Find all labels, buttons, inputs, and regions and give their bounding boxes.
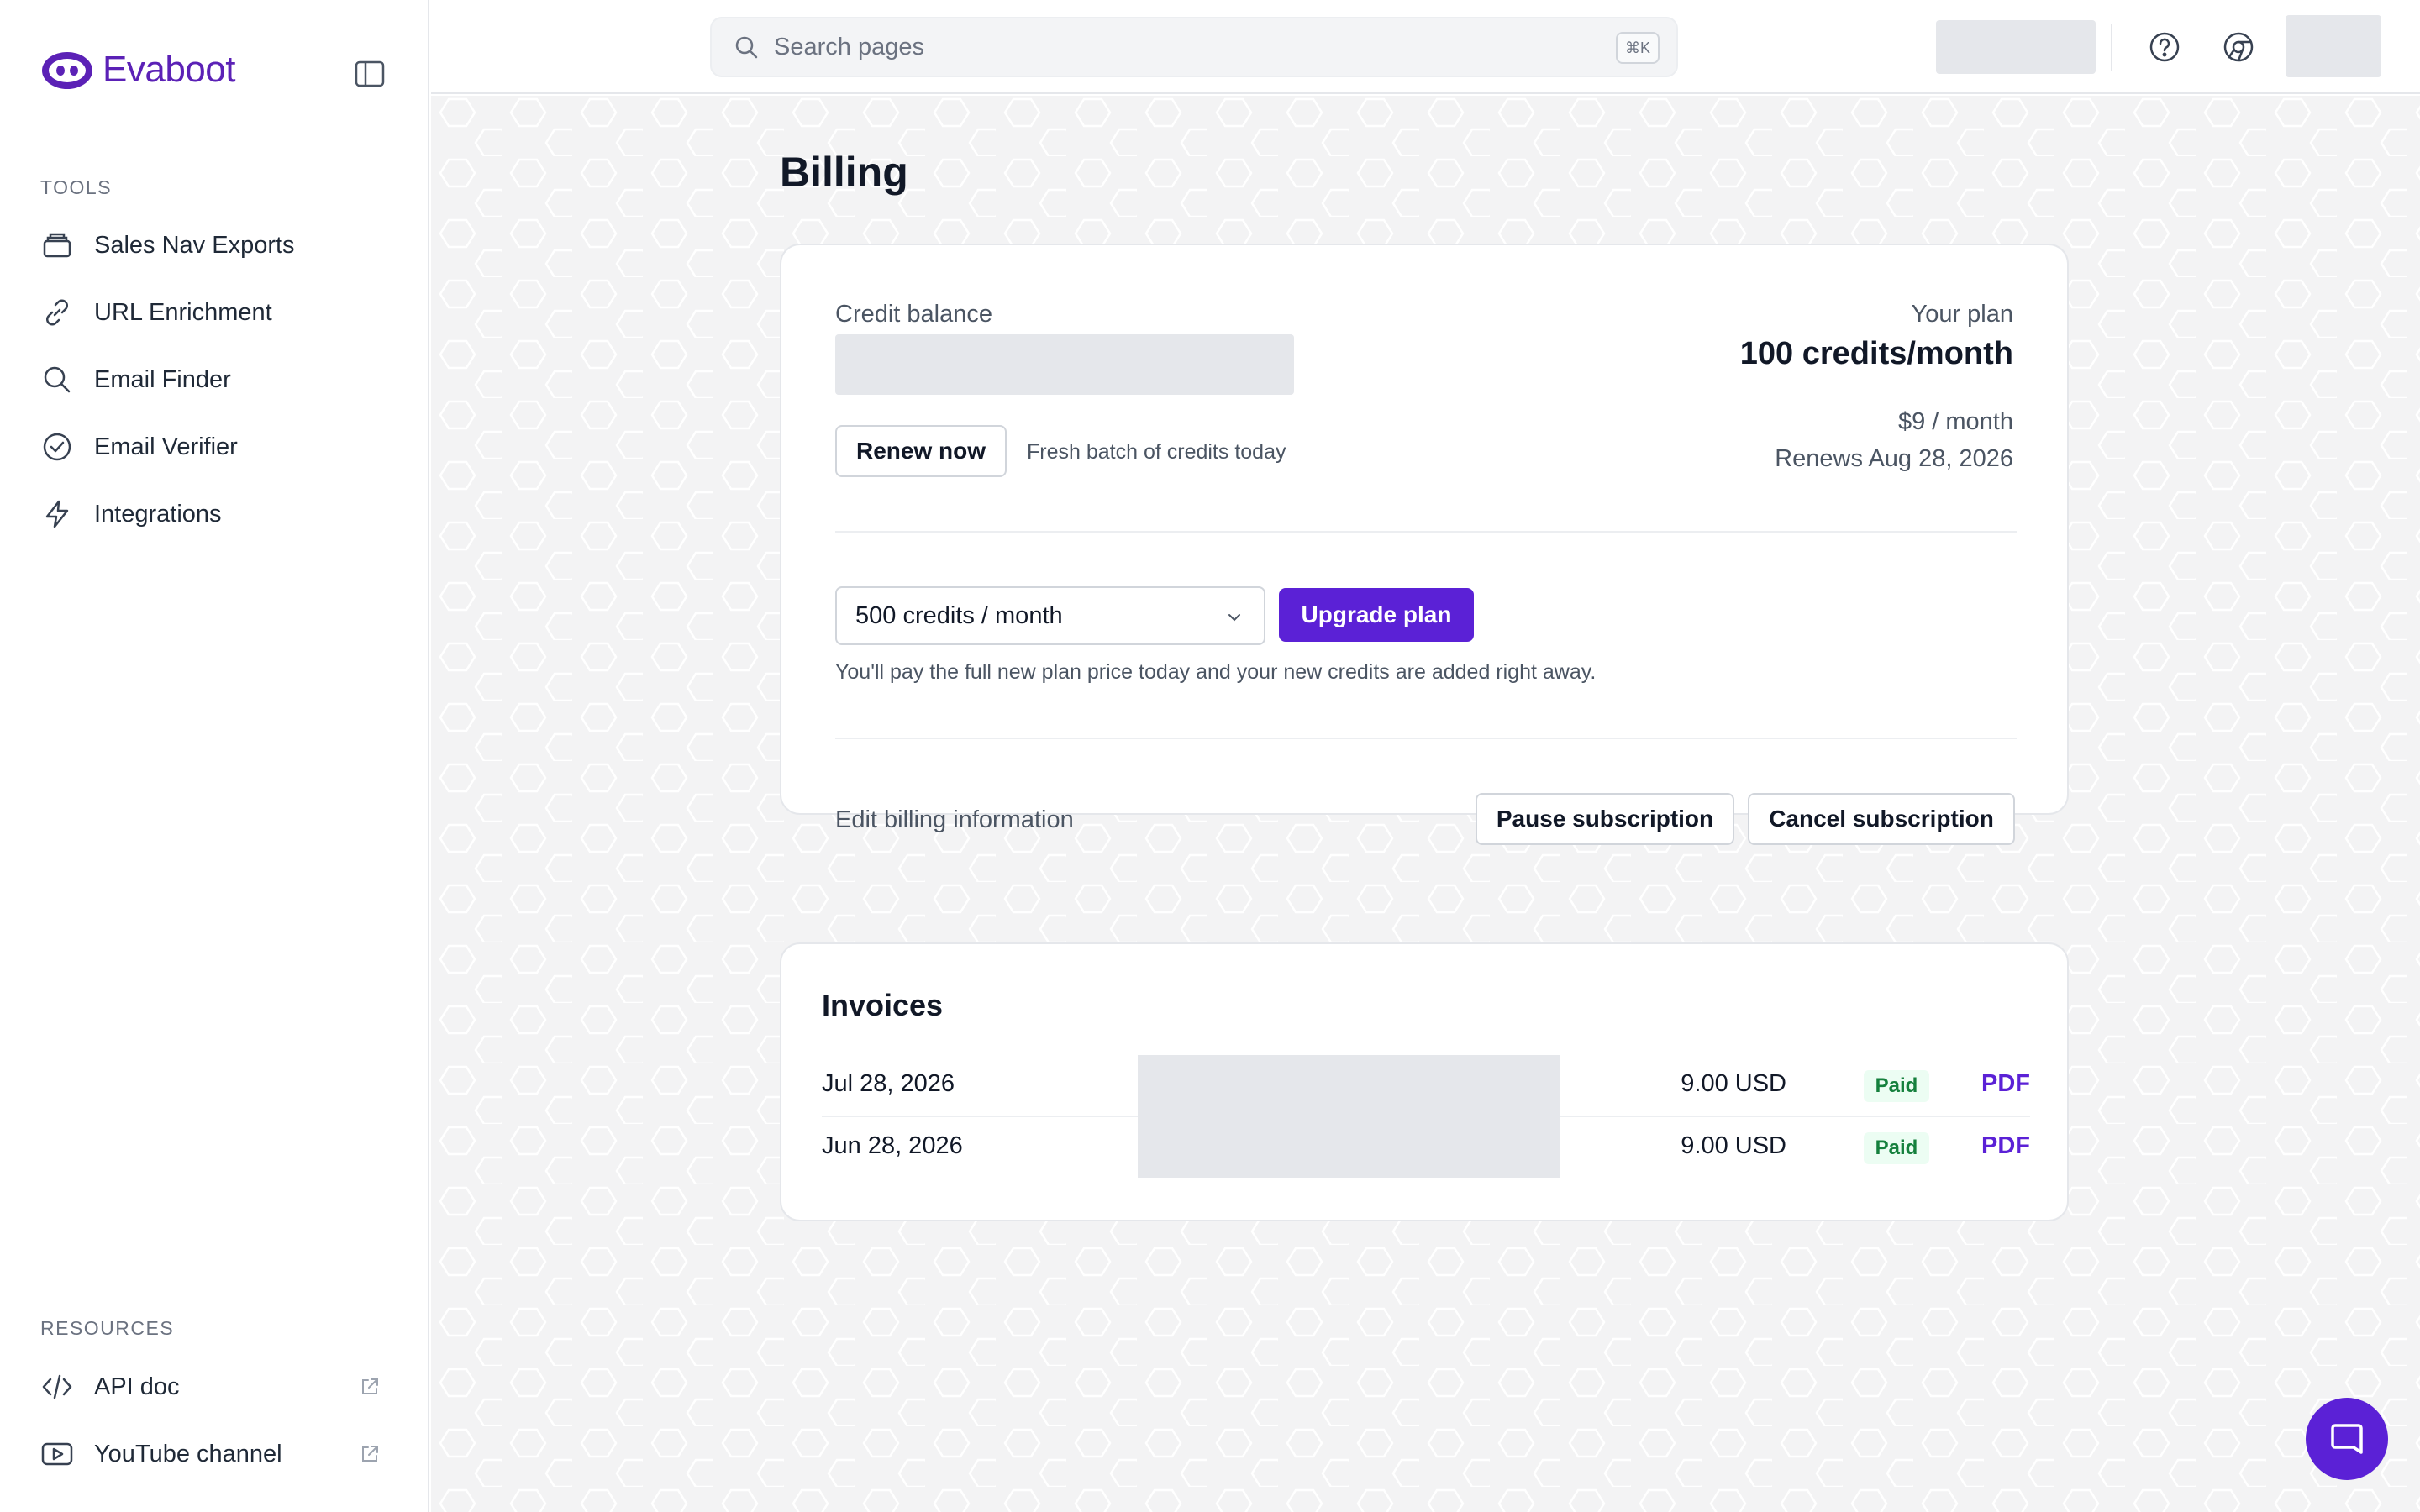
renew-now-button[interactable]: Renew now [835, 425, 1007, 477]
divider [835, 738, 2017, 739]
plan-select-value: 500 credits / month [855, 601, 1063, 629]
edit-billing-link[interactable]: Edit billing information [835, 806, 1074, 834]
link-icon [40, 296, 74, 329]
search-shortcut-badge: ⌘K [1616, 32, 1660, 64]
status-badge: Paid [1864, 1132, 1929, 1164]
main-content: Billing Credit balance Renew now Fresh b… [431, 96, 2420, 1512]
invoice-amount: 9.00 USD [1681, 1070, 1786, 1097]
pause-subscription-button[interactable]: Pause subscription [1476, 793, 1734, 845]
sidebar-item-label: URL Enrichment [94, 298, 272, 326]
invoice-pdf-link[interactable]: PDF [1981, 1132, 2030, 1160]
search-input[interactable] [774, 33, 1530, 61]
chat-button[interactable] [2306, 1398, 2388, 1480]
brand-name: Evaboot [103, 49, 235, 90]
profile-placeholder[interactable] [2286, 15, 2381, 77]
sidebar-item-label: API doc [94, 1373, 180, 1400]
plan-renewal-date: Renews Aug 28, 2026 [1775, 445, 2013, 472]
sidebar-item-url-enrichment[interactable]: URL Enrichment [24, 286, 405, 339]
topbar: ⌘K [431, 0, 2420, 94]
help-icon[interactable] [2148, 30, 2181, 64]
sidebar-toggle-icon [355, 60, 385, 87]
page-title: Billing [780, 149, 908, 196]
check-circle-icon [40, 430, 74, 464]
topbar-divider [2111, 24, 2112, 71]
search-icon [40, 363, 74, 396]
sidebar-item-label: Email Finder [94, 365, 231, 393]
invoices-card: Invoices Jul 28, 2026 9.00 USD Paid PDF … [780, 942, 2069, 1221]
sidebar-item-email-verifier[interactable]: Email Verifier [24, 420, 405, 474]
invoice-details-placeholder [1138, 1055, 1560, 1178]
upgrade-plan-button[interactable]: Upgrade plan [1279, 588, 1474, 642]
sidebar-item-sales-nav-exports[interactable]: Sales Nav Exports [24, 218, 405, 272]
app-window: Evaboot TOOLS Sales Nav Exports URL Enri… [0, 0, 2420, 1512]
cancel-subscription-button[interactable]: Cancel subscription [1748, 793, 2015, 845]
sidebar-item-label: Email Verifier [94, 433, 238, 460]
invoice-pdf-link[interactable]: PDF [1981, 1070, 2030, 1098]
invoice-date: Jun 28, 2026 [822, 1132, 963, 1159]
external-link-icon [362, 1378, 378, 1394]
sidebar-collapse-button[interactable] [353, 59, 387, 89]
external-link-icon [362, 1446, 378, 1462]
chrome-icon[interactable] [2222, 30, 2255, 64]
bolt-icon [40, 497, 74, 531]
search-icon [735, 36, 758, 59]
plan-price: $9 / month [1897, 408, 2013, 435]
invoice-date: Jul 28, 2026 [822, 1070, 955, 1097]
billing-card: Credit balance Renew now Fresh batch of … [780, 244, 2069, 815]
invoice-amount: 9.00 USD [1681, 1132, 1786, 1159]
plan-select[interactable]: 500 credits / month [835, 586, 1265, 645]
sidebar-item-email-finder[interactable]: Email Finder [24, 353, 405, 407]
sidebar-item-youtube-channel[interactable]: YouTube channel [24, 1427, 405, 1481]
status-badge: Paid [1864, 1070, 1929, 1102]
credit-balance-label: Credit balance [835, 301, 992, 328]
video-icon [40, 1437, 74, 1471]
chevron-down-icon [1228, 614, 1240, 622]
code-icon [40, 1370, 74, 1404]
plan-label: Your plan [1911, 301, 2013, 328]
search-bar[interactable]: ⌘K [710, 17, 1678, 77]
stack-icon [40, 228, 74, 262]
divider [835, 531, 2017, 533]
sidebar-item-label: Integrations [94, 500, 222, 528]
evaboot-logo-icon [42, 52, 92, 89]
account-placeholder-button[interactable] [1936, 20, 2096, 74]
upgrade-note: You'll pay the full new plan price today… [835, 660, 1597, 684]
credit-balance-placeholder [835, 334, 1294, 395]
invoices-title: Invoices [822, 988, 944, 1022]
sidebar: Evaboot TOOLS Sales Nav Exports URL Enri… [0, 0, 429, 1512]
sidebar-item-api-doc[interactable]: API doc [24, 1360, 405, 1414]
chat-icon [2331, 1424, 2363, 1454]
brand[interactable]: Evaboot [40, 49, 235, 91]
resources-section-label: RESOURCES [40, 1317, 175, 1339]
sidebar-item-integrations[interactable]: Integrations [24, 487, 405, 541]
sidebar-item-label: Sales Nav Exports [94, 231, 295, 259]
sidebar-item-label: YouTube channel [94, 1440, 282, 1467]
plan-name: 100 credits/month [1739, 336, 2013, 371]
renew-note: Fresh batch of credits today [1027, 440, 1286, 464]
tools-section-label: TOOLS [40, 176, 113, 198]
